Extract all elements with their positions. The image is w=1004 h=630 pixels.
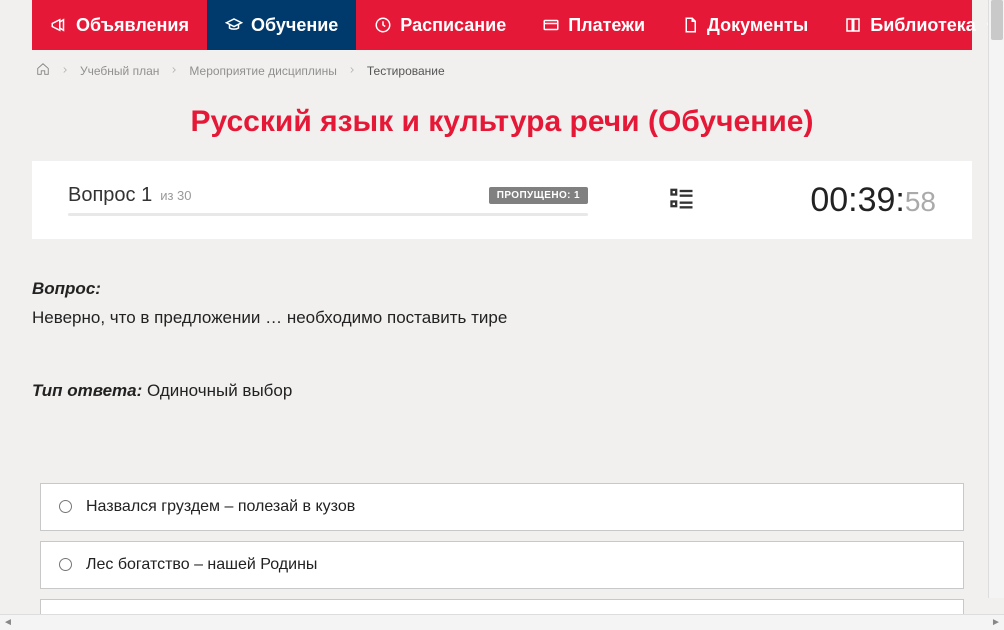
book-icon <box>844 16 862 34</box>
nav-documents[interactable]: Документы <box>663 0 826 50</box>
nav-label: Расписание <box>400 15 506 36</box>
breadcrumb-item[interactable]: Учебный план <box>80 64 159 78</box>
chevron-right-icon <box>60 64 70 78</box>
timer: 00:39:58 <box>810 181 936 220</box>
home-icon[interactable] <box>36 62 50 79</box>
clock-icon <box>374 16 392 34</box>
scroll-left-icon[interactable]: ◄ <box>0 615 16 630</box>
nav-schedule[interactable]: Расписание <box>356 0 524 50</box>
answer-type: Тип ответа: Одиночный выбор <box>32 381 972 401</box>
question-total: из 30 <box>160 188 191 203</box>
answer-option[interactable]: Закат – словно зарево пожара <box>40 599 964 615</box>
nav-label: Платежи <box>568 15 645 36</box>
nav-learning[interactable]: Обучение <box>207 0 356 50</box>
top-nav: Объявления Обучение Расписание Платежи <box>32 0 972 50</box>
nav-label: Обучение <box>251 15 338 36</box>
nav-label: Документы <box>707 15 808 36</box>
chevron-right-icon <box>347 64 357 78</box>
graduation-icon <box>225 16 243 34</box>
horizontal-scrollbar[interactable]: ◄ ► <box>0 614 1004 630</box>
breadcrumb: Учебный план Мероприятие дисциплины Тест… <box>32 50 972 91</box>
radio-input[interactable] <box>59 558 72 571</box>
answer-options: Назвался груздем – полезай в кузов Лес б… <box>32 483 972 615</box>
progress-bar <box>68 213 588 216</box>
answer-type-label: Тип ответа: <box>32 381 142 400</box>
nav-library[interactable]: Библиотека <box>826 0 1004 50</box>
timer-main: 00:39: <box>810 181 905 220</box>
radio-input[interactable] <box>59 500 72 513</box>
page-title: Русский язык и культура речи (Обучение) <box>32 105 972 139</box>
status-bar: Вопрос 1 из 30 ПРОПУЩЕНО: 1 00:39:58 <box>32 161 972 239</box>
nav-announcements[interactable]: Объявления <box>32 0 207 50</box>
question-progress: Вопрос 1 из 30 ПРОПУЩЕНО: 1 <box>68 184 588 216</box>
answer-option[interactable]: Назвался груздем – полезай в кузов <box>40 483 964 531</box>
vertical-scrollbar[interactable] <box>988 0 1004 598</box>
document-icon <box>681 16 699 34</box>
answer-type-value: Одиночный выбор <box>147 381 292 400</box>
chevron-right-icon <box>169 64 179 78</box>
question-list-icon[interactable] <box>668 184 696 217</box>
answer-option[interactable]: Лес богатство – нашей Родины <box>40 541 964 589</box>
timer-seconds: 58 <box>905 186 936 218</box>
scrollbar-thumb[interactable] <box>991 0 1003 40</box>
question-text: Неверно, что в предложении … необходимо … <box>32 305 972 331</box>
nav-label: Библиотека <box>870 15 976 36</box>
breadcrumb-current: Тестирование <box>367 64 445 78</box>
card-icon <box>542 16 560 34</box>
nav-label: Объявления <box>76 15 189 36</box>
option-text: Назвался груздем – полезай в кузов <box>86 498 355 516</box>
question-number: Вопрос 1 <box>68 184 152 207</box>
question-label: Вопрос: <box>32 279 101 298</box>
megaphone-icon <box>50 16 68 34</box>
breadcrumb-item[interactable]: Мероприятие дисциплины <box>189 64 336 78</box>
option-text: Лес богатство – нашей Родины <box>86 556 317 574</box>
nav-payments[interactable]: Платежи <box>524 0 663 50</box>
skipped-badge: ПРОПУЩЕНО: 1 <box>489 187 588 204</box>
scroll-right-icon[interactable]: ► <box>988 615 1004 630</box>
question-body: Вопрос: Неверно, что в предложении … нео… <box>32 239 972 421</box>
